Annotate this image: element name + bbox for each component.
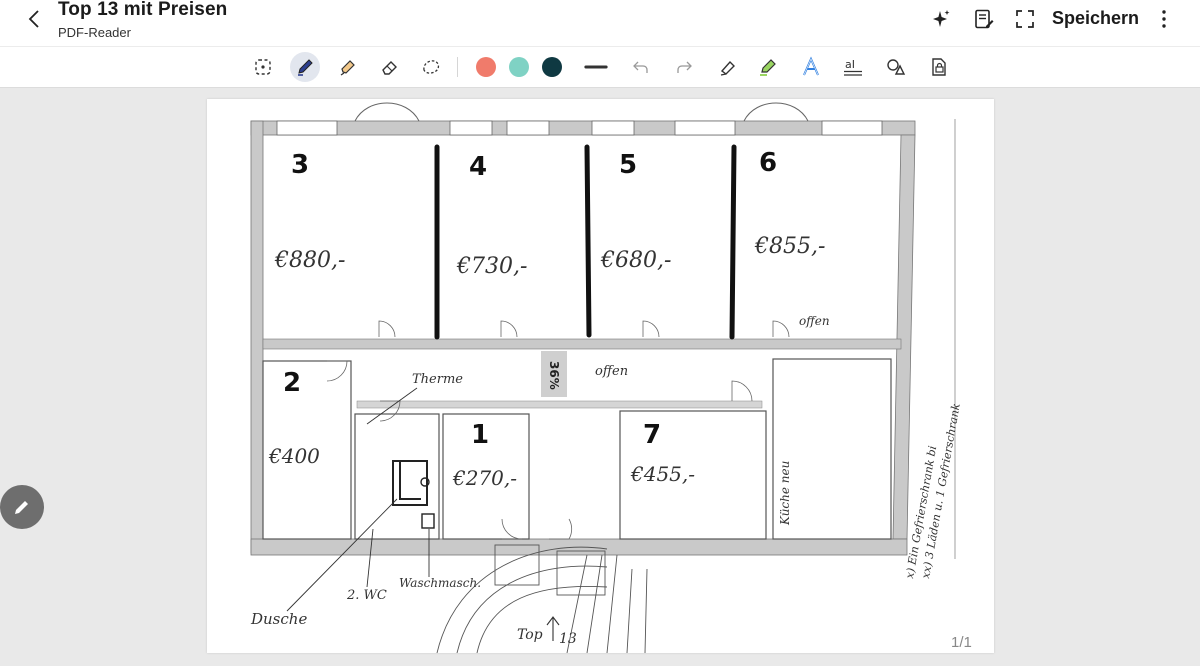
- stroke-width-icon[interactable]: [584, 55, 608, 79]
- page-indicator: 1/1: [951, 634, 972, 651]
- color-swatch-mint[interactable]: [509, 57, 529, 77]
- edit-fab-button[interactable]: [0, 485, 44, 529]
- room-price-4: €730,-: [456, 254, 527, 279]
- undo-icon[interactable]: [629, 55, 653, 79]
- redo-icon[interactable]: [672, 55, 696, 79]
- note-therme: Therme: [412, 372, 463, 387]
- text-box-icon[interactable]: aI: [841, 55, 865, 79]
- room-number-3: 3: [291, 150, 309, 180]
- outer-wall-left: [250, 120, 264, 554]
- outer-wall-right: [892, 134, 916, 540]
- shape-lasso-icon[interactable]: [419, 55, 443, 79]
- document-title: Top 13 mit Preisen: [58, 0, 228, 20]
- lock-page-icon[interactable]: [927, 55, 951, 79]
- shapes-icon[interactable]: [884, 55, 908, 79]
- note-top: Top: [517, 627, 543, 643]
- note-kueche-neu: Küche neu: [778, 461, 792, 526]
- note-offen-corridor: offen: [595, 364, 628, 379]
- note-dusche: Dusche: [250, 610, 307, 628]
- ai-sparkle-icon[interactable]: [930, 8, 952, 30]
- room-price-3: €880,-: [274, 248, 345, 273]
- arrow-up-icon: [546, 616, 560, 641]
- document-edit-icon[interactable]: [973, 8, 995, 30]
- room-price-5: €680,-: [600, 248, 671, 273]
- room-number-6: 6: [759, 148, 777, 178]
- highlighter-icon[interactable]: [336, 55, 360, 79]
- eraser-icon[interactable]: [378, 55, 402, 79]
- room-price-1: €270,-: [452, 466, 517, 490]
- fullscreen-icon[interactable]: [1014, 8, 1036, 30]
- bathroom-fixtures: [392, 460, 428, 506]
- floor-plan-drawing: 3 4 5 6 2 1 7 €880,- €730,- €680,- €855,…: [250, 102, 963, 653]
- color-swatch-dark-teal[interactable]: [542, 57, 562, 77]
- more-options-icon[interactable]: [1153, 8, 1175, 30]
- washing-machine-icon: [421, 513, 435, 529]
- svg-text:aI: aI: [845, 58, 855, 71]
- save-button[interactable]: Speichern: [1052, 8, 1139, 29]
- back-arrow-icon[interactable]: [22, 6, 48, 32]
- lasso-select-icon[interactable]: [251, 55, 275, 79]
- note-wc: 2. WC: [346, 588, 387, 603]
- interior-wall-mid: [262, 338, 902, 350]
- color-swatch-coral[interactable]: [476, 57, 496, 77]
- room-number-2: 2: [283, 368, 301, 398]
- lower-room-outlines: [262, 358, 892, 540]
- room-price-7: €455,-: [630, 462, 695, 486]
- text-style-icon[interactable]: [799, 55, 823, 79]
- room-price-2: €400: [268, 444, 320, 468]
- note-top-number: 13: [559, 631, 577, 647]
- pencil-icon: [15, 501, 28, 514]
- pdf-page[interactable]: 3 4 5 6 2 1 7 €880,- €730,- €680,- €855,…: [207, 99, 994, 653]
- room-number-1: 1: [471, 420, 489, 450]
- app-header: Top 13 mit Preisen PDF-Reader Speichern: [0, 0, 1200, 46]
- annotation-toolbar: aI: [0, 46, 1200, 88]
- toolbar-divider: [457, 57, 458, 77]
- corridor-wall: [356, 400, 763, 409]
- room-number-4: 4: [469, 152, 487, 182]
- percent-label: 36%: [547, 361, 561, 390]
- app-subtitle: PDF-Reader: [58, 25, 131, 40]
- room-number-5: 5: [619, 150, 637, 180]
- room-price-6: €855,-: [754, 234, 825, 259]
- pencil-eraser-icon[interactable]: [716, 55, 740, 79]
- room-number-7: 7: [643, 420, 661, 450]
- bay-window-left: [354, 102, 420, 122]
- pen-icon[interactable]: [290, 52, 320, 82]
- note-waschmaschine: Waschmasch.: [399, 576, 481, 590]
- marker-icon[interactable]: [756, 55, 780, 79]
- note-offen-room6: offen: [799, 314, 830, 328]
- bay-window-right: [743, 102, 809, 122]
- outer-wall-top: [250, 120, 916, 136]
